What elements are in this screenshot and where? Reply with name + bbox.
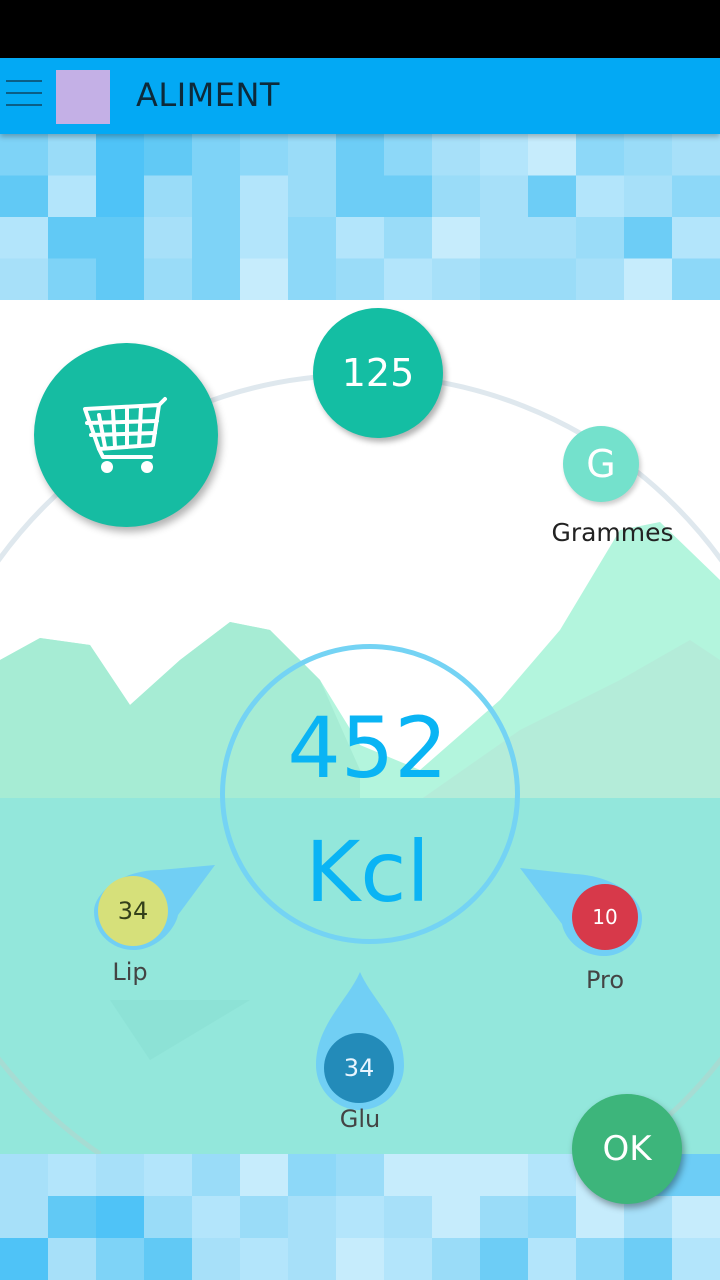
proteins-label: Pro bbox=[585, 966, 625, 994]
proteins-value-badge[interactable]: 10 bbox=[572, 884, 638, 950]
calories-value: 452 bbox=[287, 699, 448, 797]
unit-selector-button[interactable]: G bbox=[563, 426, 639, 502]
ok-button[interactable]: OK bbox=[572, 1094, 682, 1204]
quantity-value: 125 bbox=[341, 351, 415, 395]
shopping-cart-icon bbox=[83, 397, 167, 473]
glucids-value: 34 bbox=[343, 1054, 375, 1082]
hamburger-menu-icon[interactable] bbox=[6, 80, 42, 112]
unit-letter: G bbox=[586, 442, 616, 486]
proteins-value: 10 bbox=[592, 905, 618, 929]
lipids-label: Lip bbox=[112, 958, 148, 986]
lipids-value: 34 bbox=[117, 897, 149, 925]
page-title: ALIMENT bbox=[136, 76, 280, 114]
status-bar bbox=[0, 0, 720, 58]
app-logo bbox=[56, 70, 110, 124]
header-mosaic-banner bbox=[0, 134, 720, 300]
glucids-label: Glu bbox=[339, 1105, 381, 1133]
quantity-bubble[interactable]: 125 bbox=[313, 308, 443, 438]
app-bar: ALIMENT bbox=[0, 58, 720, 134]
lipids-value-badge[interactable]: 34 bbox=[98, 876, 168, 946]
calories-unit: Kcl bbox=[305, 823, 430, 921]
food-entry-panel: 125 G Grammes 452 Kcl 34 Lip 10 Pro 34 G… bbox=[0, 300, 720, 1154]
unit-label: Grammes bbox=[551, 518, 674, 547]
add-to-cart-button[interactable] bbox=[34, 343, 218, 527]
glucids-value-badge[interactable]: 34 bbox=[324, 1033, 394, 1103]
ok-button-label: OK bbox=[602, 1129, 652, 1169]
